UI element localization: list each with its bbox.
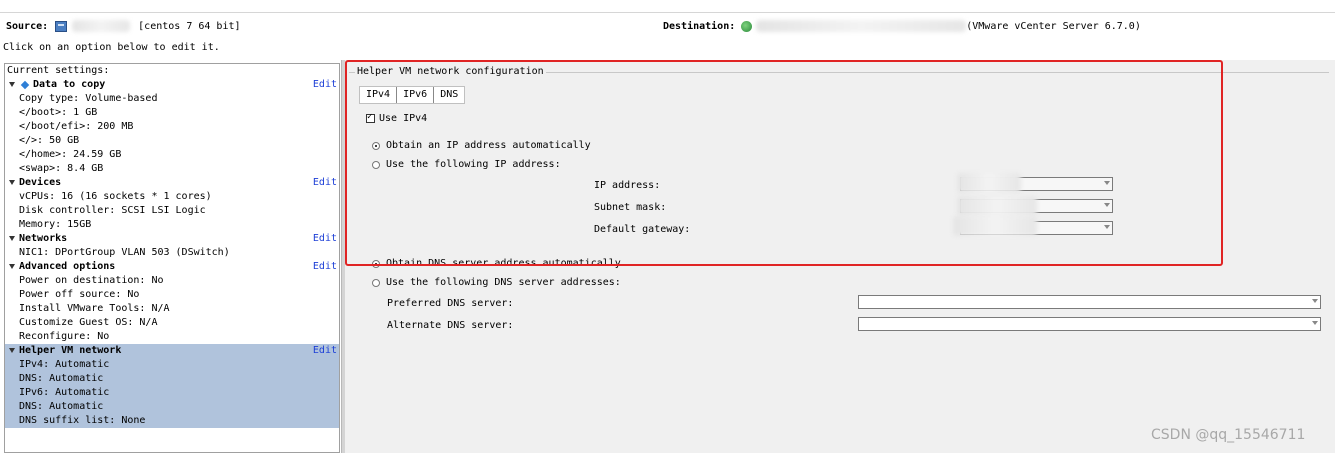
- top-bar: Source: [centos 7 64 bit] Destination: (…: [0, 12, 1335, 60]
- checkbox-check-icon[interactable]: [366, 112, 375, 123]
- alternate-dns-field[interactable]: [858, 317, 1321, 331]
- list-item: </>: 50 GB: [19, 135, 80, 146]
- list-item: </boot/efi>: 200 MB: [19, 121, 134, 132]
- tab-ipv6[interactable]: IPv6: [397, 87, 435, 103]
- list-item: </boot>: 1 GB: [19, 107, 98, 118]
- section-advanced-options[interactable]: Advanced options Edit: [5, 260, 339, 274]
- collapse-arrow-icon[interactable]: [9, 236, 15, 241]
- obtain-ip-auto-label: Obtain an IP address automatically: [386, 140, 591, 151]
- section-devices[interactable]: Devices Edit: [5, 176, 339, 190]
- collapse-arrow-icon[interactable]: [9, 348, 15, 353]
- server-icon: [55, 20, 68, 32]
- obtain-dns-auto-radio[interactable]: Obtain DNS server address automatically: [372, 258, 621, 269]
- network-config-panel: Helper VM network configuration IPv4 IPv…: [345, 60, 1335, 453]
- list-item: DNS: Automatic: [19, 373, 104, 384]
- use-ipv4-checkbox[interactable]: Use IPv4: [366, 112, 428, 124]
- dropdown-arrow-icon[interactable]: [1312, 299, 1318, 303]
- destination-description: (VMware vCenter Server 6.7.0): [966, 20, 1141, 32]
- dropdown-arrow-icon[interactable]: [1104, 181, 1110, 185]
- obtain-ip-auto-radio[interactable]: Obtain an IP address automatically: [372, 140, 591, 151]
- list-item: vCPUs: 16 (16 sockets * 1 cores): [19, 191, 212, 202]
- use-following-dns-label: Use the following DNS server addresses:: [386, 277, 621, 288]
- source-info: Source: [centos 7 64 bit]: [6, 20, 241, 32]
- edit-hint: Click on an option below to edit it.: [3, 42, 220, 53]
- section-title: Helper VM network: [19, 345, 122, 356]
- section-title: Devices: [19, 177, 62, 188]
- ip-address-label: IP address:: [594, 180, 661, 191]
- list-item: IPv6: Automatic: [19, 387, 110, 398]
- tab-ipv4[interactable]: IPv4: [360, 87, 398, 103]
- dropdown-arrow-icon[interactable]: [1104, 203, 1110, 207]
- collapse-arrow-icon[interactable]: [9, 82, 15, 87]
- list-item: Memory: 15GB: [19, 219, 92, 230]
- radio-selected-icon[interactable]: [372, 259, 380, 268]
- diamond-icon: [20, 80, 30, 90]
- redacted-ip: [957, 173, 1021, 193]
- edit-networks-link[interactable]: Edit: [313, 232, 337, 246]
- list-item: IPv4: Automatic: [19, 359, 110, 370]
- use-following-ip-radio[interactable]: Use the following IP address:: [372, 159, 561, 170]
- dropdown-arrow-icon[interactable]: [1104, 225, 1110, 229]
- section-title: Advanced options: [19, 261, 116, 272]
- source-description: [centos 7 64 bit]: [138, 20, 241, 32]
- protocol-tabs: IPv4 IPv6 DNS: [359, 86, 466, 104]
- list-item: NIC1: DPortGroup VLAN 503 (DSwitch): [19, 247, 230, 258]
- preferred-dns-field[interactable]: [858, 295, 1321, 309]
- list-item: Reconfigure: No: [19, 331, 110, 342]
- list-item: Power on destination: No: [19, 275, 164, 286]
- radio-unselected-icon[interactable]: [372, 278, 380, 287]
- list-item: DNS suffix list: None: [19, 415, 146, 426]
- subnet-mask-label: Subnet mask:: [594, 202, 667, 213]
- alternate-dns-label: Alternate DNS server:: [387, 320, 514, 331]
- section-title: Networks: [19, 233, 68, 244]
- list-item: Customize Guest OS: N/A: [19, 317, 158, 328]
- destination-label: Destination:: [663, 20, 736, 32]
- destination-info: Destination: (VMware vCenter Server 6.7.…: [663, 20, 1141, 32]
- radio-unselected-icon[interactable]: [372, 160, 380, 169]
- dropdown-arrow-icon[interactable]: [1312, 321, 1318, 325]
- edit-helper-vm-network-link[interactable]: Edit: [313, 344, 337, 358]
- group-title: Helper VM network configuration: [355, 66, 546, 77]
- use-following-ip-label: Use the following IP address:: [386, 159, 561, 170]
- section-networks[interactable]: Networks Edit: [5, 232, 339, 246]
- section-helper-vm-network[interactable]: Helper VM network Edit: [5, 344, 339, 358]
- source-redacted-name: [72, 20, 131, 32]
- radio-selected-icon[interactable]: [372, 141, 380, 150]
- list-item: </home>: 24.59 GB: [19, 149, 122, 160]
- edit-data-to-copy-link[interactable]: Edit: [313, 78, 337, 92]
- tab-dns[interactable]: DNS: [434, 87, 464, 103]
- current-settings-panel: Current settings: Data to copy Edit Copy…: [4, 63, 340, 453]
- list-item: Copy type: Volume-based: [19, 93, 158, 104]
- edit-devices-link[interactable]: Edit: [313, 176, 337, 190]
- watermark: CSDN @qq_15546711: [1151, 427, 1306, 443]
- section-data-to-copy[interactable]: Data to copy Edit: [5, 78, 339, 92]
- destination-redacted-name: [756, 20, 967, 32]
- settings-title: Current settings:: [7, 65, 110, 76]
- list-item: Disk controller: SCSI LSI Logic: [19, 205, 206, 216]
- collapse-arrow-icon[interactable]: [9, 180, 15, 185]
- list-item: <swap>: 8.4 GB: [19, 163, 104, 174]
- use-following-dns-radio[interactable]: Use the following DNS server addresses:: [372, 277, 621, 288]
- default-gateway-label: Default gateway:: [594, 224, 691, 235]
- collapse-arrow-icon[interactable]: [9, 264, 15, 269]
- section-title: Data to copy: [33, 79, 106, 90]
- edit-advanced-options-link[interactable]: Edit: [313, 260, 337, 274]
- list-item: DNS: Automatic: [19, 401, 104, 412]
- vcenter-icon: [741, 20, 753, 32]
- redacted-gateway: [953, 216, 1037, 236]
- source-label: Source:: [6, 20, 49, 32]
- obtain-dns-auto-label: Obtain DNS server address automatically: [386, 258, 621, 269]
- preferred-dns-label: Preferred DNS server:: [387, 298, 514, 309]
- list-item: Power off source: No: [19, 289, 140, 300]
- list-item: Install VMware Tools: N/A: [19, 303, 170, 314]
- redacted-subnet: [957, 196, 1037, 216]
- use-ipv4-label: Use IPv4: [379, 113, 428, 124]
